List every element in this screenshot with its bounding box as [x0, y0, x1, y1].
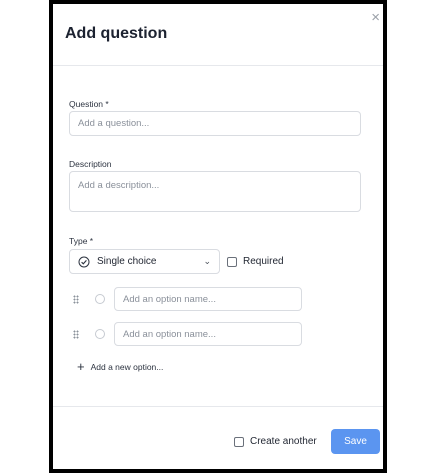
create-another-label: Create another: [250, 436, 317, 447]
required-checkbox-box[interactable]: [227, 256, 237, 267]
option-placeholder: Add an option name...: [123, 293, 216, 305]
save-button[interactable]: Save: [331, 429, 380, 454]
drag-handle-icon[interactable]: [73, 295, 79, 304]
required-checkbox[interactable]: Required: [227, 256, 284, 267]
drag-handle-icon[interactable]: [73, 330, 79, 339]
check-circle-icon: [78, 256, 90, 268]
type-select-value: Single choice: [97, 256, 157, 267]
add-question-dialog: × Add question Question * Add a question…: [53, 4, 383, 469]
description-textarea[interactable]: Add a description...: [69, 171, 361, 212]
option-placeholder: Add an option name...: [123, 328, 216, 340]
plus-icon: +: [77, 359, 85, 374]
footer-divider: [53, 406, 383, 407]
option-input-2[interactable]: Add an option name...: [114, 322, 302, 346]
description-label: Description: [69, 159, 112, 169]
dialog-title: Add question: [65, 25, 168, 42]
option-radio-icon: [95, 329, 105, 339]
type-select[interactable]: Single choice ⌄: [69, 249, 220, 274]
close-icon[interactable]: ×: [371, 10, 380, 25]
add-option-label: Add a new option...: [90, 361, 164, 372]
question-placeholder: Add a question...: [78, 118, 150, 129]
chevron-down-icon: ⌄: [203, 256, 211, 266]
description-placeholder: Add a description...: [78, 180, 160, 191]
question-input[interactable]: Add a question...: [69, 111, 361, 136]
option-radio-icon: [95, 294, 105, 304]
add-option-button[interactable]: + Add a new option...: [77, 360, 163, 373]
header-divider: [53, 65, 383, 66]
required-label: Required: [243, 256, 284, 267]
type-label: Type *: [69, 236, 94, 246]
question-label: Question *: [69, 99, 109, 109]
create-another-checkbox[interactable]: Create another: [234, 436, 317, 447]
option-input-1[interactable]: Add an option name...: [114, 287, 302, 311]
dialog-frame: × Add question Question * Add a question…: [49, 0, 387, 473]
create-another-box[interactable]: [234, 436, 244, 447]
